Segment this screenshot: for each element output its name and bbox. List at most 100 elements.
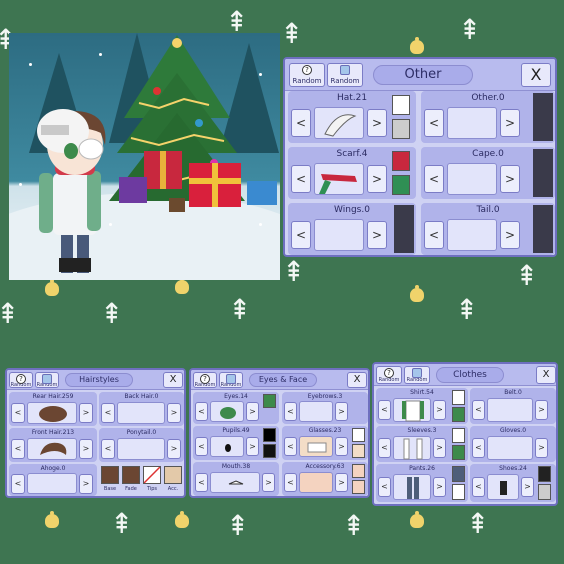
prev-arrow-button[interactable]: <: [284, 437, 297, 456]
color-swatch[interactable]: [392, 119, 410, 139]
prev-arrow-button[interactable]: <: [195, 437, 208, 456]
next-arrow-button[interactable]: >: [167, 403, 181, 423]
next-arrow-button[interactable]: >: [367, 221, 387, 249]
close-button[interactable]: X: [521, 63, 551, 87]
cape-preview: [447, 163, 497, 195]
next-arrow-button[interactable]: >: [433, 477, 446, 497]
color-swatch[interactable]: [452, 466, 465, 482]
other-preview: [447, 107, 497, 139]
tree-icon: ⇞: [458, 13, 482, 46]
color-swatch[interactable]: [352, 480, 365, 494]
prev-arrow-button[interactable]: <: [378, 438, 391, 458]
hair-tips-color-swatch[interactable]: [143, 466, 161, 484]
slot-pants: Pants.26 < >: [376, 464, 468, 502]
prev-arrow-button[interactable]: <: [11, 439, 25, 459]
prev-arrow-button[interactable]: <: [284, 473, 297, 492]
color-swatch[interactable]: [538, 466, 551, 482]
color-swatch[interactable]: [452, 407, 465, 422]
next-arrow-button[interactable]: >: [79, 474, 93, 494]
next-arrow-button[interactable]: >: [262, 473, 275, 492]
random-button[interactable]: Random: [35, 372, 59, 388]
color-swatch[interactable]: [452, 445, 465, 460]
prev-arrow-button[interactable]: <: [424, 221, 444, 249]
hat-preview: [314, 107, 364, 139]
color-swatch[interactable]: [452, 484, 465, 500]
color-swatch[interactable]: [392, 95, 410, 115]
next-arrow-button[interactable]: >: [433, 400, 446, 420]
color-swatch[interactable]: [452, 390, 465, 405]
prev-arrow-button[interactable]: <: [378, 477, 391, 497]
close-button[interactable]: X: [536, 366, 556, 384]
next-arrow-button[interactable]: >: [246, 402, 259, 421]
prev-arrow-button[interactable]: <: [472, 438, 485, 458]
help-random-button[interactable]: Random?: [376, 366, 402, 384]
next-arrow-button[interactable]: >: [79, 439, 93, 459]
next-arrow-button[interactable]: >: [246, 437, 259, 456]
prev-arrow-button[interactable]: <: [11, 403, 25, 423]
hair-fade-color-swatch[interactable]: [122, 466, 140, 484]
color-label: Tips: [146, 486, 158, 492]
tree-icon: ⇞: [466, 507, 490, 540]
next-arrow-button[interactable]: >: [500, 165, 520, 193]
hair-accessory-color-swatch[interactable]: [164, 466, 182, 484]
help-icon: ?: [16, 374, 26, 384]
prev-arrow-button[interactable]: <: [195, 473, 208, 492]
color-swatch[interactable]: [263, 428, 276, 442]
tree-icon: ⇞: [280, 17, 304, 50]
color-swatch[interactable]: [352, 464, 365, 478]
color-swatch[interactable]: [452, 428, 465, 443]
tree-icon: ⇞: [515, 259, 539, 292]
color-swatch[interactable]: [538, 484, 551, 500]
help-random-button[interactable]: Random ?: [289, 63, 325, 87]
prev-arrow-button[interactable]: <: [11, 474, 25, 494]
random-icon: [340, 65, 350, 75]
prev-arrow-button[interactable]: <: [472, 477, 485, 497]
prev-arrow-button[interactable]: <: [472, 400, 485, 420]
prev-arrow-button[interactable]: <: [424, 109, 444, 137]
slot-belt: Belt.0 < >: [470, 388, 556, 424]
color-swatch[interactable]: [392, 175, 410, 195]
accessory-preview: [299, 472, 333, 493]
pants-preview: [393, 474, 431, 500]
random-button[interactable]: Random: [404, 366, 430, 384]
next-arrow-button[interactable]: >: [367, 109, 387, 137]
prev-arrow-button[interactable]: <: [291, 221, 311, 249]
random-button[interactable]: Random: [219, 372, 243, 388]
color-swatch[interactable]: [352, 444, 365, 458]
next-arrow-button[interactable]: >: [433, 438, 446, 458]
close-button[interactable]: X: [347, 372, 367, 388]
color-swatch[interactable]: [263, 394, 276, 408]
prev-arrow-button[interactable]: <: [195, 402, 208, 421]
next-arrow-button[interactable]: >: [500, 109, 520, 137]
color-swatch[interactable]: [392, 151, 410, 171]
next-arrow-button[interactable]: >: [79, 403, 93, 423]
slot-pupils: Pupils.49 < >: [193, 426, 279, 460]
hair-base-color-swatch[interactable]: [101, 466, 119, 484]
prev-arrow-button[interactable]: <: [291, 165, 311, 193]
next-arrow-button[interactable]: >: [535, 400, 548, 420]
prev-arrow-button[interactable]: <: [284, 402, 297, 421]
next-arrow-button[interactable]: >: [335, 402, 348, 421]
bell-icon: [175, 511, 189, 528]
prev-arrow-button[interactable]: <: [101, 403, 115, 423]
prev-arrow-button[interactable]: <: [291, 109, 311, 137]
slot-ahoge: Ahoge.0 < >: [9, 464, 97, 496]
belt-preview: [487, 398, 533, 422]
prev-arrow-button[interactable]: <: [424, 165, 444, 193]
next-arrow-button[interactable]: >: [367, 165, 387, 193]
help-icon: ?: [384, 368, 394, 378]
help-random-button[interactable]: Random?: [9, 372, 33, 388]
prev-arrow-button[interactable]: <: [378, 400, 391, 420]
next-arrow-button[interactable]: >: [335, 473, 348, 492]
color-swatch[interactable]: [263, 444, 276, 458]
next-arrow-button[interactable]: >: [500, 221, 520, 249]
next-arrow-button[interactable]: >: [535, 438, 548, 458]
next-arrow-button[interactable]: >: [335, 437, 348, 456]
color-swatch[interactable]: [352, 428, 365, 442]
next-arrow-button[interactable]: >: [521, 477, 534, 497]
close-button[interactable]: X: [163, 372, 183, 388]
next-arrow-button[interactable]: >: [167, 439, 181, 459]
prev-arrow-button[interactable]: <: [101, 439, 115, 459]
random-button[interactable]: Random: [327, 63, 363, 87]
help-random-button[interactable]: Random?: [193, 372, 217, 388]
